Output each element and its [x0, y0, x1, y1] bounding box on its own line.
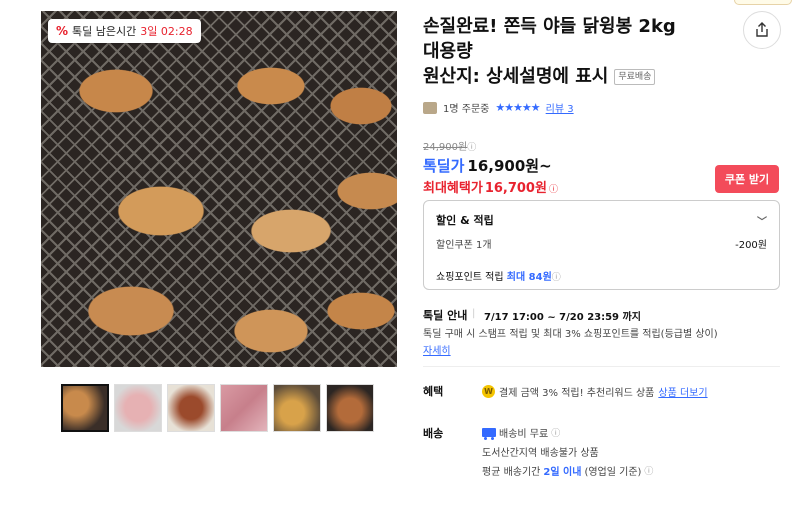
deal-percent-icon: %	[56, 24, 69, 38]
deal-detail-link[interactable]: 자세히	[423, 342, 451, 357]
shipping-restriction: 도서산간지역 배송불가 상품	[482, 444, 599, 459]
benefit-label: 혜택	[423, 385, 444, 398]
info-icon[interactable]: ⓘ	[467, 140, 476, 153]
discount-box[interactable]: 할인 & 적립 ﹀ 할인쿠폰 1개 -200원 쇼핑포인트 적립 최대 84원ⓘ	[423, 200, 780, 290]
info-icon[interactable]: ⓘ	[549, 182, 558, 195]
thumbnail-4[interactable]	[220, 384, 268, 432]
coupon-button[interactable]: 쿠폰 받기	[715, 165, 779, 193]
thumbnail-2[interactable]	[114, 384, 162, 432]
truck-icon	[482, 428, 496, 440]
max-benefit-row: 최대혜택가 16,700원 ⓘ	[423, 177, 558, 196]
points-row: 쇼핑포인트 적립 최대 84원ⓘ	[436, 268, 767, 283]
chevron-down-icon[interactable]: ﹀	[757, 213, 767, 228]
product-main-image: % 톡딜 남은시간 3일 02:28	[41, 11, 397, 367]
deal-timer-label: 톡딜 남은시간	[72, 25, 137, 38]
deal-timer-value: 3일 02:28	[140, 25, 193, 38]
divider	[423, 366, 780, 367]
info-icon[interactable]: ⓘ	[644, 464, 653, 477]
shipping-restriction-text: 도서산간지역 배송불가 상품	[482, 448, 599, 459]
thumbnail-1[interactable]	[61, 384, 109, 432]
star-rating-icon: ★★★★★	[495, 101, 540, 114]
product-title-line2: 대용량	[423, 41, 473, 62]
coupon-discount-amount: -200원	[735, 240, 767, 251]
shipping-average-days: 2일 이내	[543, 467, 582, 478]
deal-separator: |	[472, 308, 476, 319]
max-benefit-value: 16,700원	[484, 181, 547, 196]
thumbnail-6[interactable]	[326, 384, 374, 432]
share-icon	[756, 22, 768, 37]
buyers-count: 1명 주문중	[443, 104, 490, 115]
review-link[interactable]: 리뷰 3	[546, 100, 574, 115]
thumbnail-5[interactable]	[273, 384, 321, 432]
shipping-fee-row: 배송비 무료 ⓘ	[482, 425, 560, 440]
deal-info-label: 톡딜 안내	[423, 309, 468, 322]
shipping-fee: 배송비 무료	[499, 429, 549, 440]
more-products-link[interactable]: 상품 더보기	[658, 384, 707, 399]
deal-price-value: 16,900원~	[467, 157, 552, 175]
info-icon[interactable]: ⓘ	[552, 270, 561, 283]
box-icon	[423, 101, 437, 114]
deal-price-label: 톡딜가	[423, 157, 465, 175]
coupon-discount-row: 할인쿠폰 1개 -200원	[436, 236, 767, 251]
deal-period: 7/17 17:00 ~ 7/20 23:59 까지	[484, 312, 641, 323]
shipping-average-row: 평균 배송기간 2일 이내 (영업일 기준) ⓘ	[482, 463, 653, 478]
origin-row: 원산지: 상세설명에 표시 무료배송	[423, 64, 733, 89]
free-shipping-tag: 무료배송	[614, 68, 656, 85]
points-label: 쇼핑포인트 적립	[436, 272, 504, 283]
reward-coin-icon: W	[482, 384, 495, 398]
discount-header-label: 할인 & 적립	[436, 214, 494, 227]
coupon-discount-label: 할인쿠폰 1개	[436, 240, 492, 251]
deal-price-row: 톡딜가 16,900원~	[423, 155, 552, 176]
discount-header: 할인 & 적립 ﹀	[436, 212, 767, 228]
thumbnail-3[interactable]	[167, 384, 215, 432]
benefit-text: 결제 금액 3% 적립! 추천리워드 상품	[499, 387, 655, 399]
meta-row: 1명 주문중 ★★★★★ 리뷰 3	[423, 100, 574, 115]
shipping-average-suffix: (영업일 기준)	[584, 467, 642, 478]
thumbnail-strip	[61, 384, 374, 432]
original-price: 24,900원ⓘ	[423, 138, 476, 153]
top-tab-edge	[734, 0, 792, 5]
points-value: 최대 84원	[506, 272, 552, 283]
deal-timer-badge: % 톡딜 남은시간 3일 02:28	[48, 19, 201, 43]
share-button[interactable]	[743, 11, 781, 49]
product-origin: 원산지: 상세설명에 표시	[423, 66, 609, 87]
shipping-label: 배송	[423, 427, 444, 440]
original-price-value: 24,900원	[423, 142, 468, 153]
benefit-row: 혜택 W 결제 금액 3% 적립! 추천리워드 상품 상품 더보기	[423, 383, 708, 399]
max-benefit-label: 최대혜택가	[423, 181, 483, 196]
product-title: 손질완료! 쫀득 야들 닭윙봉 2kg 대용량 원산지: 상세설명에 표시 무료…	[423, 14, 733, 89]
deal-description: 톡딜 구매 시 스탬프 적립 및 최대 3% 쇼핑포인트를 적립(등급별 상이)	[423, 329, 718, 340]
info-icon[interactable]: ⓘ	[551, 426, 560, 439]
product-title-line1: 손질완료! 쫀득 야들 닭윙봉 2kg	[423, 16, 676, 37]
shipping-average-prefix: 평균 배송기간	[482, 467, 541, 478]
